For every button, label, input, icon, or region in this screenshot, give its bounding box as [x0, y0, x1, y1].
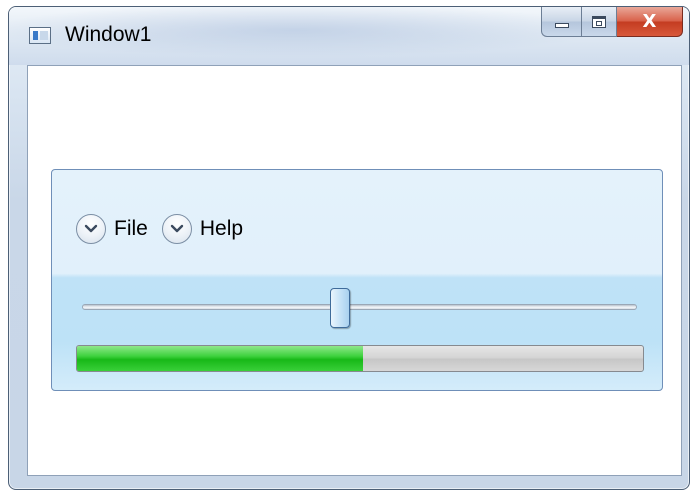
- app-window: Window1 X File Help: [8, 6, 690, 490]
- chevron-down-icon: [76, 214, 106, 244]
- app-window-icon[interactable]: [29, 27, 51, 44]
- slider-thumb[interactable]: [330, 288, 351, 328]
- window-title: Window1: [65, 23, 152, 46]
- progress-bar: [76, 345, 644, 372]
- progress-fill: [77, 346, 363, 371]
- menu-item-file-label: File: [114, 217, 148, 240]
- value-slider[interactable]: [82, 288, 637, 328]
- ribbon-panel: File Help: [51, 169, 663, 391]
- client-area: File Help: [27, 65, 682, 476]
- menu-item-help-label: Help: [199, 217, 244, 240]
- menu-item-help[interactable]: Help: [161, 214, 244, 244]
- maximize-icon: [592, 15, 606, 28]
- menu-item-file[interactable]: File: [76, 214, 148, 244]
- title-bar[interactable]: Window1 X: [9, 7, 689, 65]
- chevron-down-icon: [161, 214, 192, 244]
- minimize-button[interactable]: [541, 7, 581, 37]
- minimize-icon: [554, 23, 569, 28]
- maximize-button[interactable]: [581, 7, 617, 37]
- slider-track[interactable]: [82, 304, 637, 310]
- close-button[interactable]: X: [617, 7, 683, 37]
- close-icon: X: [642, 11, 657, 32]
- menu-bar: File Help: [76, 214, 257, 244]
- caption-buttons: X: [541, 7, 683, 39]
